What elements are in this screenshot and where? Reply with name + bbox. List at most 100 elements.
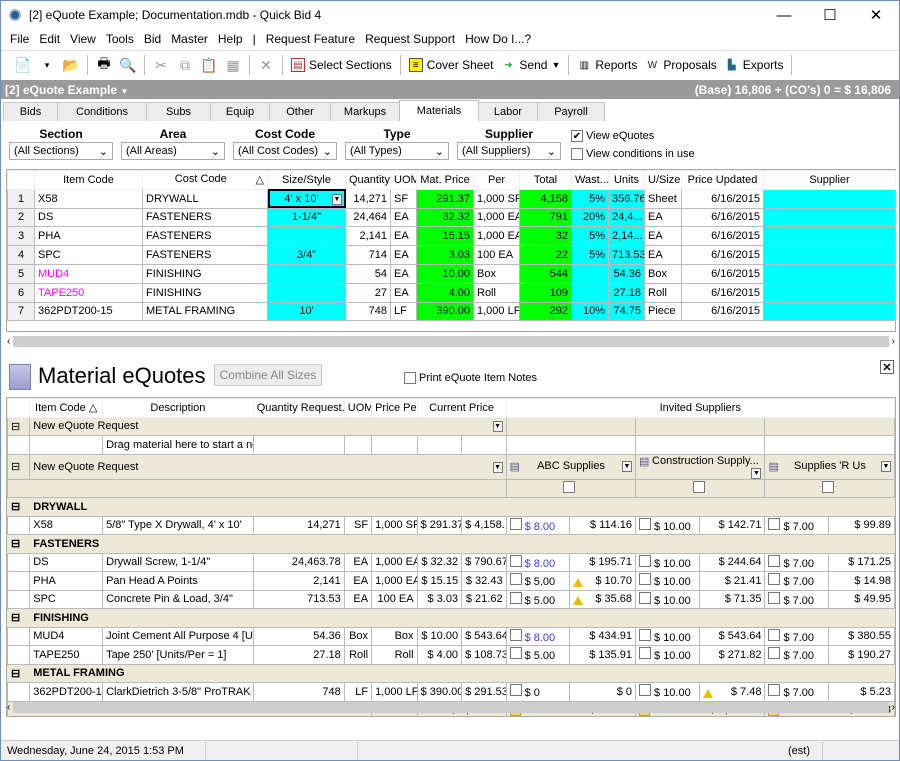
cell-total[interactable]: 22 xyxy=(519,245,572,265)
item-current-price[interactable]: $ 543.64 xyxy=(461,626,507,646)
quote-select-checkbox[interactable] xyxy=(639,554,652,567)
column-header[interactable]: Mat. Price xyxy=(416,170,474,190)
quote-unit-price[interactable]: $ 8.00 xyxy=(505,515,571,535)
tab-labor[interactable]: Labor xyxy=(478,102,538,121)
cell-wast[interactable]: 10% xyxy=(571,301,609,322)
quote-select-checkbox[interactable] xyxy=(639,573,652,586)
cell-quantity[interactable]: 24,464 xyxy=(345,207,391,228)
dropdown-arrow-icon[interactable]: ▼ xyxy=(622,461,633,472)
collapse-icon[interactable]: ⊟ xyxy=(7,534,31,554)
cell-mat-price[interactable]: 390.00 xyxy=(416,301,474,322)
item-price[interactable]: $ 4.00 xyxy=(416,645,463,665)
item-current-price[interactable]: $ 32.43 xyxy=(461,571,507,591)
col-current-price[interactable]: Current Price xyxy=(416,398,507,418)
item-code[interactable]: X58 xyxy=(29,515,104,535)
item-qty[interactable]: 748 xyxy=(252,682,345,702)
quote-unit-price[interactable]: $ 8.00 xyxy=(505,552,571,572)
cell-mat-price[interactable]: 10.00 xyxy=(416,263,474,284)
cell-price-updated[interactable]: 6/16/2015 xyxy=(681,207,764,228)
minimize-button[interactable]: — xyxy=(761,1,807,29)
quote-unit-price[interactable]: $ 10.00 xyxy=(635,682,700,702)
cell-size-style[interactable]: 3/4" xyxy=(267,245,346,265)
row-selector[interactable] xyxy=(7,589,31,609)
print-preview-icon[interactable]: 🔍 xyxy=(118,55,138,75)
cell-supplier[interactable] xyxy=(763,207,896,228)
cell-cost-code[interactable]: DRYWALL xyxy=(142,188,268,209)
quote-unit-price[interactable]: $ 7.00 xyxy=(764,589,830,609)
item-code[interactable]: MUD4 xyxy=(29,626,104,646)
item-uom[interactable]: EA xyxy=(343,571,373,591)
quote-unit-price[interactable]: $ 10.00 xyxy=(635,515,700,535)
dropdown-arrow-icon[interactable]: ▼ xyxy=(332,193,342,205)
cell-size-style[interactable]: 10' xyxy=(267,301,346,322)
cell-total[interactable]: 32 xyxy=(519,226,572,247)
item-price[interactable]: $ 3.03 xyxy=(416,589,463,609)
reports-button[interactable]: ▥ Reports xyxy=(573,54,641,76)
cell-total[interactable]: 791 xyxy=(519,207,572,228)
quote-select-checkbox[interactable] xyxy=(768,554,781,567)
item-price-per[interactable]: 1,000 LF xyxy=(371,682,418,702)
cell-total[interactable]: 544 xyxy=(519,263,572,284)
cell-units[interactable]: 356.76 xyxy=(608,188,645,209)
quote-select-checkbox[interactable] xyxy=(509,517,522,530)
supplier-doc-icon[interactable]: ▤ xyxy=(639,455,649,468)
item-uom[interactable]: SF xyxy=(343,515,373,535)
cell-item-code[interactable]: SPC xyxy=(34,245,143,265)
cell-supplier[interactable] xyxy=(763,245,896,265)
cell-per[interactable]: 1,000 SF xyxy=(473,188,520,209)
cell-item-code[interactable]: X58 xyxy=(34,188,143,209)
cell-quantity[interactable]: 14,271 xyxy=(345,188,391,209)
quote-unit-price[interactable]: $ 7.00 xyxy=(764,571,830,591)
item-uom[interactable]: LF xyxy=(343,682,373,702)
cell-size-style[interactable] xyxy=(267,226,346,247)
column-header[interactable]: Price Updated xyxy=(681,170,764,190)
col-uom[interactable]: UOM xyxy=(343,398,373,418)
menu-request-support[interactable]: Request Support xyxy=(360,32,460,46)
dropdown-arrow-icon[interactable]: ▼ xyxy=(492,461,503,473)
item-uom[interactable]: Roll xyxy=(343,645,373,665)
tab-other[interactable]: Other xyxy=(269,102,331,121)
supplier-header[interactable]: ▤ Construction Supply... ▼ xyxy=(635,453,766,480)
quote-select-checkbox[interactable] xyxy=(768,647,781,660)
item-description[interactable]: Pan Head A Points xyxy=(102,571,254,591)
select-all-checkbox[interactable] xyxy=(822,480,835,493)
item-description[interactable]: ClarkDietrich 3-5/8" ProTRAK ... xyxy=(102,682,254,702)
combine-all-sizes-button[interactable]: Combine All Sizes xyxy=(214,364,322,386)
menu-edit[interactable]: Edit xyxy=(34,32,65,46)
quote-select-checkbox[interactable] xyxy=(509,573,522,586)
cell-wast[interactable] xyxy=(571,263,609,284)
cell-wast[interactable] xyxy=(571,282,609,303)
menu-how-do-i[interactable]: How Do I...? xyxy=(460,32,536,46)
material-row[interactable]: 1 X58 DRYWALL 4' x 10' ▼ 14,271 SF 291.37 1,000 … xyxy=(7,188,896,209)
materials-hscrollbar[interactable]: ‹ › xyxy=(7,334,895,349)
paste-special-icon[interactable]: ▦ xyxy=(223,55,243,75)
cell-uom[interactable]: SF xyxy=(390,188,417,209)
item-price-per[interactable]: Roll xyxy=(371,645,418,665)
drag-hint[interactable]: Drag material here to start a ne... xyxy=(102,435,254,455)
cell-total[interactable]: 4,158 xyxy=(519,188,572,209)
item-price[interactable]: $ 291.37 xyxy=(416,515,463,535)
cell-u-size[interactable]: Box xyxy=(644,263,682,284)
tab-bids[interactable]: Bids xyxy=(3,102,58,121)
quote-unit-price[interactable]: $ 7.00 xyxy=(764,552,830,572)
area-select[interactable]: (All Areas) ⌄ xyxy=(121,142,225,160)
cell-supplier[interactable] xyxy=(763,301,896,322)
item-current-price[interactable]: $ 4,158... xyxy=(461,515,507,535)
quote-unit-price[interactable]: $ 7.00 xyxy=(764,682,830,702)
dropdown-arrow-icon[interactable]: ▾ xyxy=(37,55,57,75)
item-price-per[interactable]: 1,000 EA xyxy=(371,571,418,591)
select-all-checkbox[interactable] xyxy=(692,480,705,493)
cell-units[interactable]: 713.53 xyxy=(608,245,645,265)
col-price-per[interactable]: Price Per xyxy=(371,398,418,418)
quote-unit-price[interactable]: $ 10.00 xyxy=(635,571,700,591)
quote-unit-price[interactable]: $ 5.00 xyxy=(505,571,571,591)
cell-size-style[interactable]: 4' x 10' ▼ xyxy=(267,188,346,209)
column-header[interactable]: Item Code xyxy=(34,170,143,190)
cell-supplier[interactable] xyxy=(763,226,896,247)
cell-quantity[interactable]: 27 xyxy=(345,282,391,303)
menu-bid[interactable]: Bid xyxy=(139,32,166,46)
column-header[interactable]: Size/Style xyxy=(267,170,346,190)
material-row[interactable]: 6 TAPE250 FINISHING 27 EA 4.00 Roll 109 27.18 Rol… xyxy=(7,282,896,303)
cell-mat-price[interactable]: 3.03 xyxy=(416,245,474,265)
column-header[interactable]: Cost Code △ xyxy=(142,170,268,190)
